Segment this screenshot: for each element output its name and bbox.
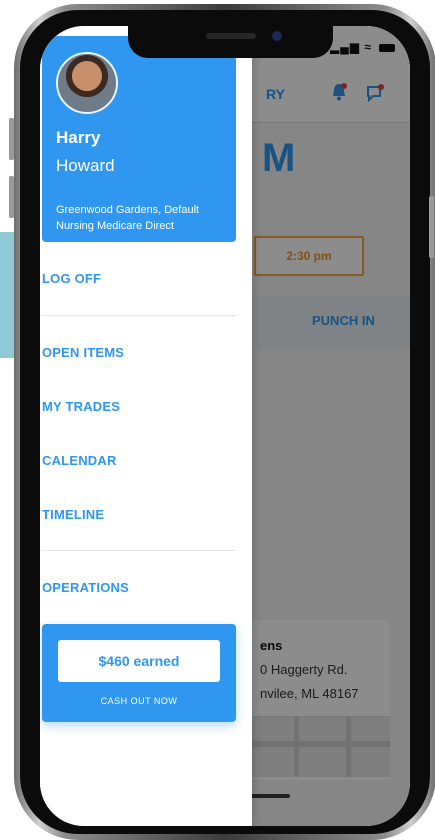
power-button (429, 196, 434, 258)
menu-item-operations[interactable]: OPERATIONS (42, 580, 129, 595)
menu-item-timeline[interactable]: TIMELINE (42, 507, 104, 522)
earnings-card: $460 earned CASH OUT NOW (42, 624, 236, 722)
menu-item-calendar[interactable]: CALENDAR (42, 453, 117, 468)
menu-divider (42, 315, 236, 316)
menu-divider (42, 550, 236, 551)
earned-amount-button[interactable]: $460 earned (58, 640, 220, 682)
menu-item-my-trades[interactable]: MY TRADES (42, 399, 120, 414)
side-drawer: Harry Howard Greenwood Gardens, Default … (40, 26, 252, 826)
phone-notch (128, 26, 333, 58)
avatar[interactable] (56, 52, 118, 114)
profile-card: Harry Howard Greenwood Gardens, Default … (42, 36, 236, 242)
volume-down-button (9, 176, 14, 218)
user-facility: Greenwood Gardens, Default Nursing Medic… (56, 204, 200, 232)
front-camera (272, 31, 282, 41)
menu-item-log-off[interactable]: LOG OFF (42, 271, 101, 286)
user-last-name: Howard (56, 156, 115, 175)
volume-up-button (9, 118, 14, 160)
user-first-name: Harry (56, 128, 101, 147)
menu-item-open-items[interactable]: OPEN ITEMS (42, 345, 124, 360)
cash-out-link[interactable]: CASH OUT NOW (42, 696, 236, 706)
phone-screen: ▂▄▆ ≈ RY M 2:30 pm PUNCH IN ens 0 Hagger… (40, 26, 410, 826)
speaker-grille (206, 33, 256, 39)
